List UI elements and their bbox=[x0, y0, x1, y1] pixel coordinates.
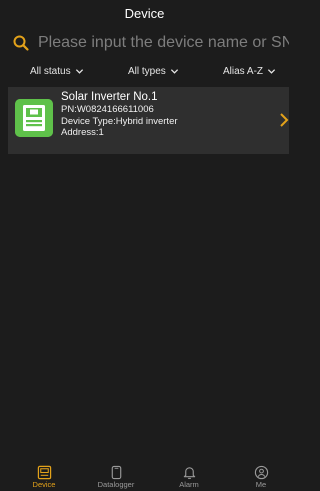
device-name: Solar Inverter No.1 bbox=[61, 91, 158, 103]
device-pn: PN:W0824166611006 bbox=[61, 104, 154, 115]
sort-filter-label: Alias A-Z bbox=[223, 65, 264, 77]
sort-filter[interactable]: Alias A-Z bbox=[223, 63, 276, 79]
chevron-down-icon bbox=[267, 68, 276, 74]
device-info: Solar Inverter No.1 PN:W0824166611006 De… bbox=[61, 91, 271, 139]
chevron-down-icon bbox=[170, 68, 178, 74]
bottom-tab-bar: Device Datalogger Alarm Me bbox=[0, 463, 289, 491]
status-filter[interactable]: All status bbox=[30, 63, 84, 79]
tab-alarm[interactable]: Alarm bbox=[159, 463, 219, 491]
filter-bar: All status All types Alias A-Z bbox=[0, 60, 289, 82]
datalogger-icon bbox=[111, 465, 121, 480]
app-screen: Device All status All types Alias A-Z bbox=[0, 0, 289, 491]
tab-datalogger-label: Datalogger bbox=[97, 480, 135, 489]
type-filter-label: All types bbox=[128, 65, 166, 77]
inverter-icon bbox=[15, 99, 53, 137]
device-address: Address:1 bbox=[61, 127, 104, 138]
tab-datalogger[interactable]: Datalogger bbox=[86, 463, 146, 491]
type-filter[interactable]: All types bbox=[128, 63, 179, 79]
device-icon bbox=[37, 465, 51, 480]
chevron-right-icon[interactable] bbox=[279, 112, 289, 128]
tab-device-label: Device bbox=[32, 480, 56, 489]
page-title: Device bbox=[124, 5, 165, 21]
tab-me-label: Me bbox=[255, 480, 267, 489]
status-filter-label: All status bbox=[30, 65, 71, 77]
bell-icon bbox=[183, 467, 195, 479]
device-list-item[interactable]: Solar Inverter No.1 PN:W0824166611006 De… bbox=[8, 87, 289, 154]
chevron-down-icon bbox=[75, 68, 83, 74]
tab-device[interactable]: Device bbox=[14, 463, 74, 491]
search-icon bbox=[13, 35, 29, 51]
device-type: Device Type:Hybrid inverter bbox=[61, 115, 178, 127]
search-input[interactable] bbox=[38, 30, 289, 56]
tab-me[interactable]: Me bbox=[231, 463, 291, 491]
person-icon bbox=[254, 465, 268, 480]
search-bar[interactable] bbox=[0, 29, 289, 57]
tab-alarm-label: Alarm bbox=[179, 480, 199, 489]
